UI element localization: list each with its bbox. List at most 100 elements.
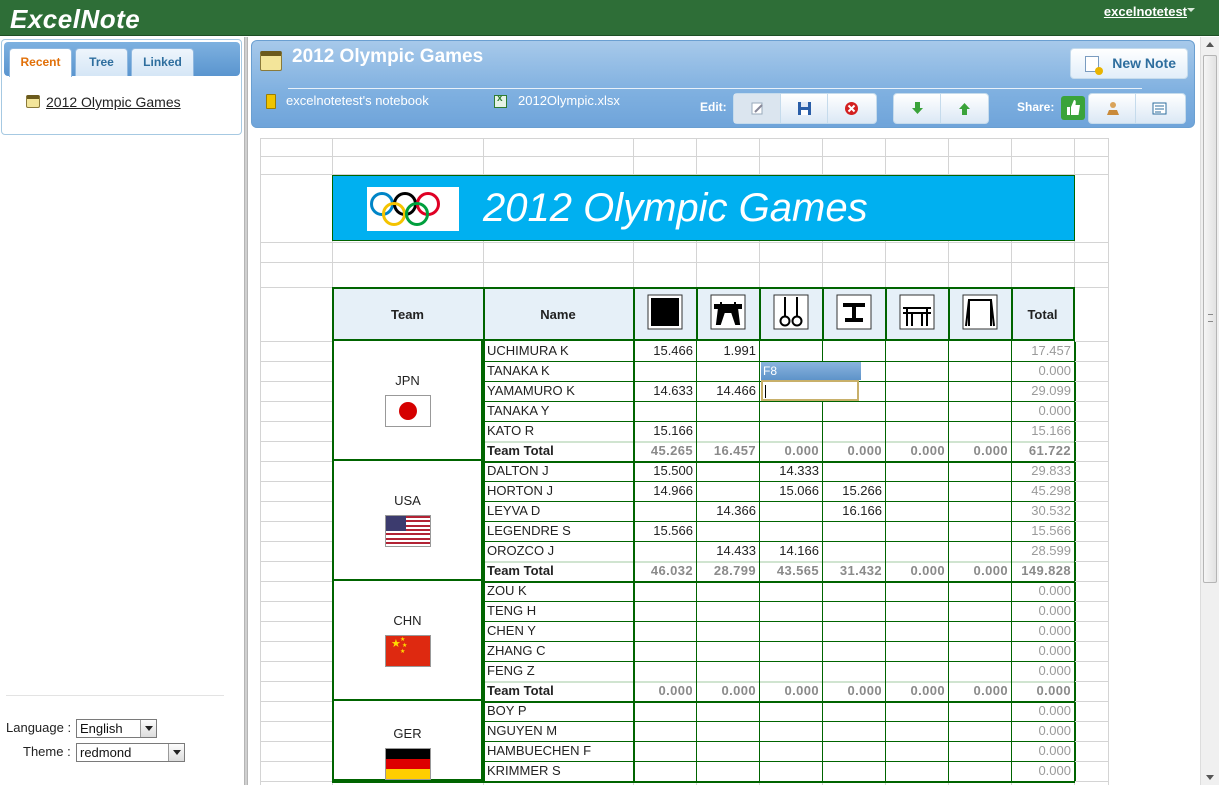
team-total-cell[interactable]: 0.000 — [696, 681, 759, 700]
team-total-cell[interactable]: 0.000 — [948, 441, 1011, 460]
team-total-cell[interactable]: 16.457 — [696, 441, 759, 460]
save-button[interactable] — [781, 94, 828, 123]
dropdown-arrow-icon[interactable] — [140, 720, 156, 737]
score-cell[interactable]: 14.633 — [633, 381, 696, 400]
team-total-cell[interactable]: 0.000 — [633, 681, 696, 700]
athlete-name-cell[interactable]: DALTON J — [487, 461, 631, 480]
athlete-name-cell[interactable]: FENG Z — [487, 661, 631, 680]
athlete-total-cell[interactable]: 0.000 — [1011, 361, 1074, 380]
athlete-total-cell[interactable]: 28.599 — [1011, 541, 1074, 560]
athlete-name-cell[interactable]: LEGENDRE S — [487, 521, 631, 540]
user-menu-link[interactable]: excelnotetest — [1104, 4, 1187, 19]
score-cell[interactable]: 15.566 — [633, 521, 696, 540]
language-select[interactable]: English — [76, 719, 157, 738]
athlete-total-cell[interactable]: 0.000 — [1011, 721, 1074, 740]
team-grand-total-cell[interactable]: 0.000 — [1011, 681, 1074, 700]
athlete-total-cell[interactable]: 0.000 — [1011, 601, 1074, 620]
team-total-cell[interactable]: 0.000 — [822, 681, 885, 700]
scrollbar-thumb[interactable] — [1203, 55, 1217, 583]
athlete-name-cell[interactable]: TENG H — [487, 601, 631, 620]
team-total-cell[interactable]: 0.000 — [759, 441, 822, 460]
team-total-cell[interactable]: 0.000 — [885, 681, 948, 700]
team-total-cell[interactable]: 43.565 — [759, 561, 822, 580]
pane-splitter[interactable] — [244, 37, 248, 785]
score-cell[interactable]: 14.466 — [696, 381, 759, 400]
athlete-name-cell[interactable]: YAMAMURO K — [487, 381, 631, 400]
spreadsheet[interactable]: 2012 Olympic Games Team Name Total JPN UC… — [251, 134, 1200, 785]
athlete-total-cell[interactable]: 15.566 — [1011, 521, 1074, 540]
score-cell[interactable]: 16.166 — [822, 501, 885, 520]
score-cell[interactable]: 15.500 — [633, 461, 696, 480]
team-total-cell[interactable]: 28.799 — [696, 561, 759, 580]
tab-linked[interactable]: Linked — [131, 48, 194, 76]
team-total-cell[interactable]: 0.000 — [759, 681, 822, 700]
score-cell[interactable]: 1.991 — [696, 341, 759, 360]
notebook-name[interactable]: excelnotetest's notebook — [286, 93, 429, 108]
athlete-name-cell[interactable]: TANAKA Y — [487, 401, 631, 420]
athlete-name-cell[interactable]: NGUYEN M — [487, 721, 631, 740]
athlete-name-cell[interactable]: HAMBUECHEN F — [487, 741, 631, 760]
athlete-total-cell[interactable]: 0.000 — [1011, 621, 1074, 640]
athlete-total-cell[interactable]: 30.532 — [1011, 501, 1074, 520]
athlete-total-cell[interactable]: 45.298 — [1011, 481, 1074, 500]
share-user-button[interactable] — [1089, 94, 1136, 123]
team-grand-total-cell[interactable]: 61.722 — [1011, 441, 1074, 460]
linked-file-name[interactable]: 2012Olympic.xlsx — [518, 93, 620, 108]
score-cell[interactable]: 14.433 — [696, 541, 759, 560]
athlete-name-cell[interactable]: CHEN Y — [487, 621, 631, 640]
athlete-name-cell[interactable]: LEYVA D — [487, 501, 631, 520]
team-total-cell[interactable]: 0.000 — [948, 561, 1011, 580]
score-cell[interactable]: 14.366 — [696, 501, 759, 520]
dropdown-arrow-icon[interactable] — [168, 744, 184, 761]
download-button[interactable] — [894, 94, 941, 123]
team-total-cell[interactable]: 0.000 — [885, 561, 948, 580]
athlete-name-cell[interactable]: KRIMMER S — [487, 761, 631, 780]
recent-note-link[interactable]: 2012 Olympic Games — [26, 94, 181, 110]
athlete-name-cell[interactable]: ZOU K — [487, 581, 631, 600]
theme-select[interactable]: redmond — [76, 743, 185, 762]
scroll-down-icon[interactable] — [1206, 775, 1214, 780]
score-cell[interactable]: 15.266 — [822, 481, 885, 500]
team-total-cell[interactable]: 0.000 — [822, 441, 885, 460]
athlete-total-cell[interactable]: 29.099 — [1011, 381, 1074, 400]
edit-button[interactable] — [734, 94, 781, 123]
athlete-name-cell[interactable]: HORTON J — [487, 481, 631, 500]
vertical-scrollbar[interactable] — [1200, 37, 1219, 785]
like-button[interactable] — [1061, 96, 1085, 120]
team-total-cell[interactable]: 31.432 — [822, 561, 885, 580]
scroll-up-icon[interactable] — [1206, 42, 1214, 47]
score-cell[interactable]: 15.166 — [633, 421, 696, 440]
athlete-total-cell[interactable]: 0.000 — [1011, 741, 1074, 760]
tab-tree[interactable]: Tree — [75, 48, 128, 76]
tab-recent[interactable]: Recent — [9, 48, 72, 77]
athlete-total-cell[interactable]: 17.457 — [1011, 341, 1074, 360]
chevron-down-icon[interactable] — [1187, 8, 1195, 12]
new-note-button[interactable]: New Note — [1070, 48, 1188, 79]
athlete-name-cell[interactable]: KATO R — [487, 421, 631, 440]
athlete-total-cell[interactable]: 0.000 — [1011, 401, 1074, 420]
athlete-name-cell[interactable]: BOY P — [487, 701, 631, 720]
score-cell[interactable]: 14.966 — [633, 481, 696, 500]
cell-editor-input[interactable] — [761, 380, 859, 401]
score-cell[interactable]: 15.466 — [633, 341, 696, 360]
score-cell[interactable]: 14.333 — [759, 461, 822, 480]
athlete-total-cell[interactable]: 0.000 — [1011, 581, 1074, 600]
athlete-name-cell[interactable]: ZHANG C — [487, 641, 631, 660]
team-total-cell[interactable]: 0.000 — [885, 441, 948, 460]
team-total-cell[interactable]: 45.265 — [633, 441, 696, 460]
cancel-button[interactable] — [828, 94, 875, 123]
athlete-total-cell[interactable]: 0.000 — [1011, 701, 1074, 720]
athlete-name-cell[interactable]: TANAKA K — [487, 361, 631, 380]
athlete-name-cell[interactable]: OROZCO J — [487, 541, 631, 560]
athlete-total-cell[interactable]: 0.000 — [1011, 661, 1074, 680]
score-cell[interactable]: 15.066 — [759, 481, 822, 500]
team-grand-total-cell[interactable]: 149.828 — [1011, 561, 1074, 580]
team-total-cell[interactable]: 0.000 — [948, 681, 1011, 700]
score-cell[interactable]: 14.166 — [759, 541, 822, 560]
athlete-total-cell[interactable]: 15.166 — [1011, 421, 1074, 440]
upload-button[interactable] — [941, 94, 988, 123]
athlete-total-cell[interactable]: 29.833 — [1011, 461, 1074, 480]
athlete-total-cell[interactable]: 0.000 — [1011, 761, 1074, 780]
athlete-total-cell[interactable]: 0.000 — [1011, 641, 1074, 660]
athlete-name-cell[interactable]: UCHIMURA K — [487, 341, 631, 360]
